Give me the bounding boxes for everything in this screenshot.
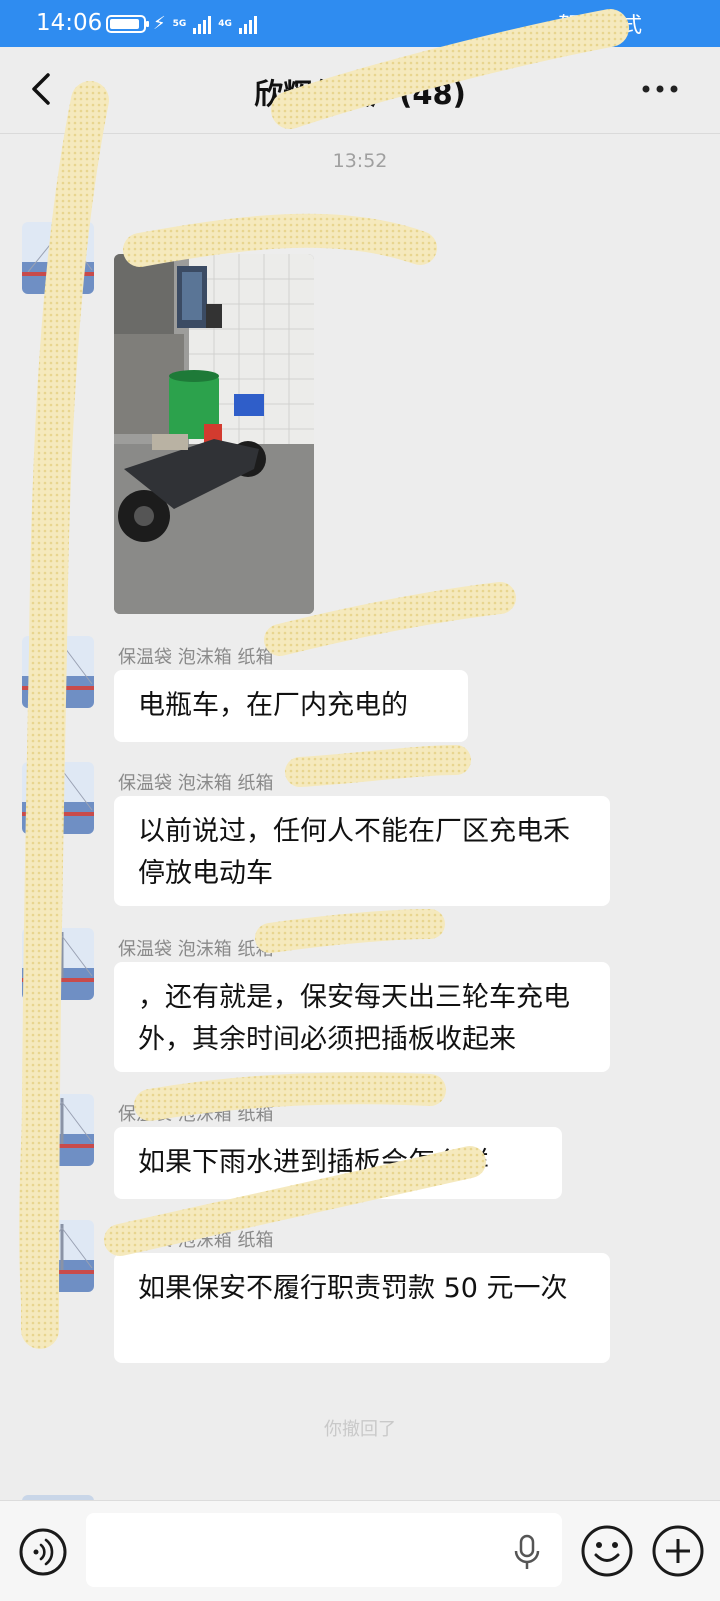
message-bubble[interactable]: 以前说过，任何人不能在厂区充电禾停放电动车 [114, 796, 610, 906]
emoji-icon[interactable] [580, 1524, 634, 1578]
more-dots-icon[interactable] [640, 77, 680, 101]
signal-icon [193, 14, 212, 34]
message-bubble[interactable]: 如果下雨水进到插板会怎么样 [114, 1127, 562, 1199]
status-time: 14:06 [36, 10, 103, 36]
avatar[interactable] [22, 1220, 94, 1292]
voice-icon[interactable] [18, 1527, 68, 1577]
input-bar [0, 1500, 720, 1601]
message-bubble[interactable]: 电瓶车，在厂内充电的 [114, 670, 468, 742]
microphone-icon[interactable] [512, 1534, 542, 1572]
message-bubble[interactable]: ，还有就是，保安每天出三轮车充电外，其余时间必须把插板收起来 [114, 962, 610, 1072]
sender-name: 保温袋 泡沫箱 纸箱 [118, 1104, 274, 1125]
sender-name: 保温袋 泡沫箱 纸箱 [118, 773, 274, 794]
chat-title: 欣辉包装厂(48) [254, 77, 466, 111]
avatar[interactable] [22, 636, 94, 708]
message-bubble[interactable]: 如果保安不履行职责罚款 50 元一次 [114, 1253, 610, 1363]
message-timestamp: 13:52 [332, 150, 388, 172]
sender-name: 保温袋 泡沫箱 纸箱 [118, 647, 274, 668]
charging-icon: ⚡ [153, 13, 166, 34]
network-4g-label: 4G [218, 18, 232, 29]
back-arrow-icon[interactable] [22, 69, 62, 109]
status-bar: 14:06 ⚡ 5G 4G 驾驶模式 [0, 0, 720, 47]
network-5g-label: 5G [172, 18, 187, 29]
avatar[interactable] [22, 1094, 94, 1166]
chat-header: 欣辉包装厂(48) [0, 47, 720, 134]
avatar[interactable] [22, 762, 94, 834]
recall-notice: 你撤回了 [324, 1419, 396, 1440]
battery-icon [106, 15, 149, 33]
avatar[interactable] [22, 928, 94, 1000]
avatar[interactable] [22, 222, 94, 294]
status-icons: ⚡ 5G 4G [106, 12, 257, 36]
photo-message[interactable] [114, 254, 314, 614]
plus-icon[interactable] [651, 1524, 705, 1578]
sender-name: 保温袋 泡沫箱 纸箱 [118, 939, 274, 960]
signal-icon [238, 14, 257, 34]
message-input[interactable] [86, 1513, 562, 1587]
driving-mode-label: 驾驶模式 [558, 13, 642, 37]
sender-name: 保温袋 泡沫箱 纸箱 [118, 1230, 274, 1251]
